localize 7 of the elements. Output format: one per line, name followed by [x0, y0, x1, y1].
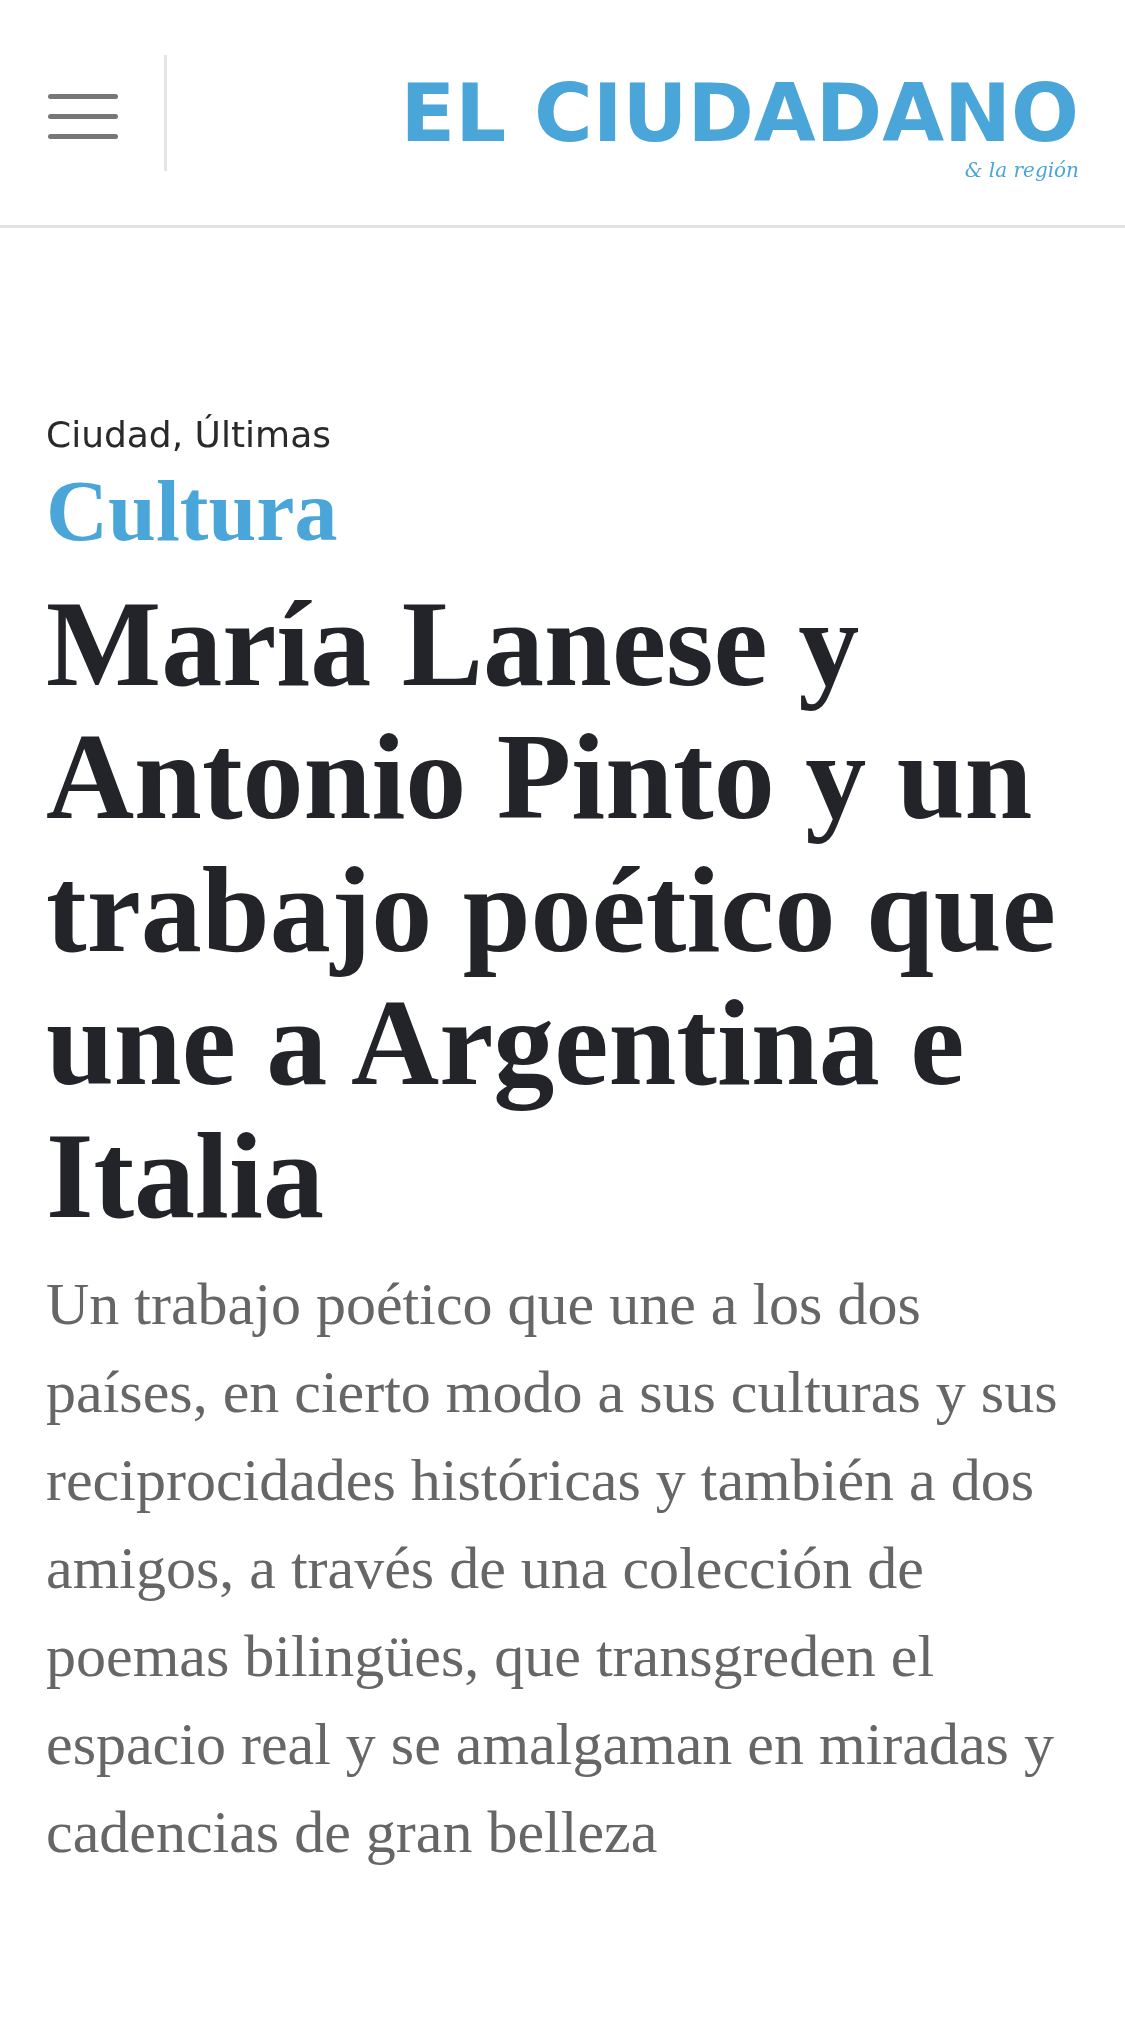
article-summary: Un trabajo poético que une a los dos países, en cierto modo a sus culturas y sus reciprocidades históricas y también a dos amigos, a través de una colección de poemas bilingües, que transgreden el espacio real y se amalgaman en miradas y cadencias de gran belleza: [46, 1270, 1059, 1868]
section-label: Cultura: [46, 462, 339, 562]
article-title: María Lanese y Antonio Pinto y un trabajo poético que une a Argentina e Italia: [46, 577, 1057, 1243]
logo-text: EL CIUDADANO: [400, 73, 1079, 154]
logo-tagline: & la región: [964, 157, 1079, 182]
category-links: Ciudad, Últimas: [46, 413, 332, 457]
site-logo[interactable]: EL CIUDADANO & la región: [400, 73, 1079, 182]
